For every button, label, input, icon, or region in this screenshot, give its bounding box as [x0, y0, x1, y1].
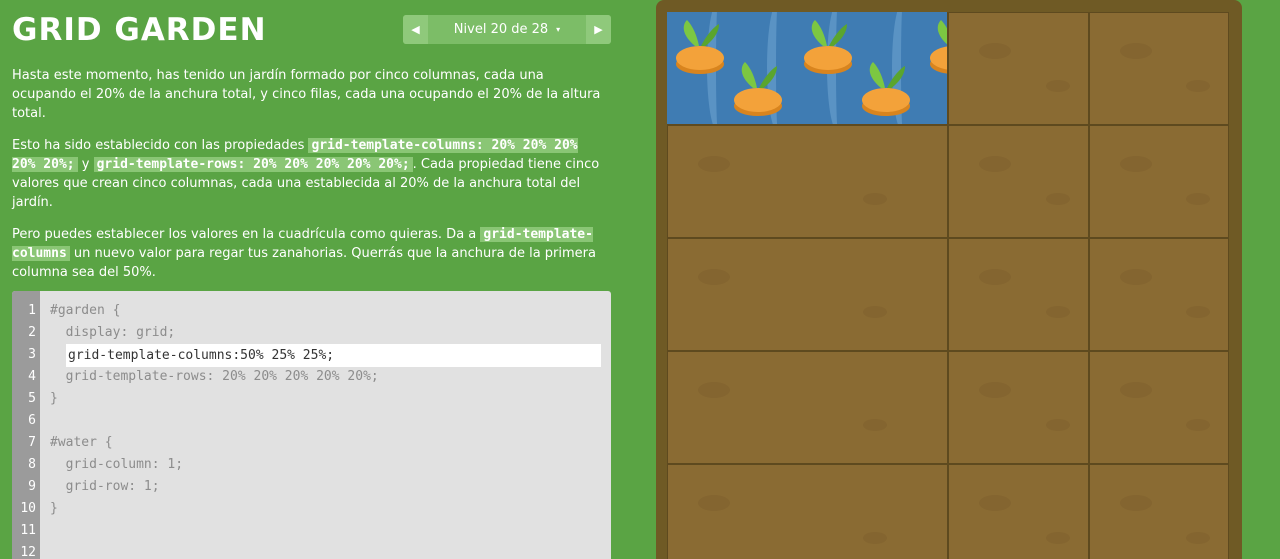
code-line: 10}	[12, 498, 611, 520]
carrot-icon	[862, 62, 910, 116]
line-number: 7	[28, 435, 36, 450]
instructions-text: Esto ha sido establecido con las propied…	[12, 138, 309, 153]
carrot-icon	[930, 20, 947, 74]
soil-cell	[667, 464, 948, 559]
soil-cell	[948, 464, 1089, 559]
instructions: Hasta este momento, has tenido un jardín…	[12, 66, 602, 295]
next-level-button[interactable]: ▶	[586, 15, 611, 44]
code-text: }	[50, 391, 58, 406]
code-line: 1 #garden {	[12, 300, 611, 322]
code-text: grid-row: 1;	[50, 479, 160, 494]
level-label-text: Nivel 20 de 28	[453, 22, 549, 37]
line-number: 12	[20, 545, 36, 559]
soil-cell	[667, 125, 948, 238]
line-number: 11	[20, 523, 36, 538]
code-text: grid-template-rows: 20% 20% 20% 20% 20%;	[50, 369, 379, 384]
soil-cell	[1088, 125, 1229, 238]
instructions-paragraph-2: Esto ha sido establecido con las propied…	[12, 136, 602, 212]
line-number: 8	[28, 457, 36, 472]
code-line: 9 grid-row: 1;	[12, 476, 611, 498]
code-text: grid-column: 1;	[50, 457, 184, 472]
soil-cell	[948, 238, 1089, 351]
arrow-left-icon: ◀	[411, 23, 420, 36]
css-input-line[interactable]	[66, 344, 601, 367]
page-title: GRID GARDEN	[12, 12, 267, 48]
code-line: 5}	[12, 388, 611, 410]
line-number: 5	[28, 391, 36, 406]
line-number: 6	[28, 413, 36, 428]
code-line: 7 #water {	[12, 432, 611, 454]
prev-level-button[interactable]: ◀	[403, 15, 428, 44]
instructions-paragraph-3: Pero puedes establecer los valores en la…	[12, 225, 602, 282]
line-number: 1	[28, 303, 36, 318]
code-text: display: grid;	[50, 325, 176, 340]
soil-cell	[948, 12, 1089, 125]
carrot-icon	[804, 20, 852, 74]
caret-down-icon: ▾	[556, 25, 561, 34]
soil-cell	[667, 351, 948, 464]
code-line: 4 grid-template-rows: 20% 20% 20% 20% 20…	[12, 366, 611, 388]
code-line: 6	[12, 410, 611, 432]
code-snippet-rows: grid-template-rows: 20% 20% 20% 20% 20%;	[93, 157, 413, 172]
line-number: 9	[28, 479, 36, 494]
soil-cell	[1088, 12, 1229, 125]
soil-cell	[948, 125, 1089, 238]
line-number: 2	[28, 325, 36, 340]
soil-cell	[667, 238, 948, 351]
instructions-paragraph-1: Hasta este momento, has tenido un jardín…	[12, 68, 601, 121]
code-line: 12	[12, 542, 611, 559]
soil-cell	[948, 351, 1089, 464]
soil-cell	[1088, 464, 1229, 559]
water-tile	[667, 12, 947, 124]
soil-cell	[1088, 351, 1229, 464]
css-input[interactable]	[66, 344, 601, 367]
instructions-text: Pero puedes establecer los valores en la…	[12, 227, 481, 242]
instructions-text: un nuevo valor para regar tus zanahorias…	[12, 246, 596, 280]
code-line: 11	[12, 520, 611, 542]
instructions-text: y	[77, 157, 94, 172]
code-line: 2 display: grid;	[12, 322, 611, 344]
level-dropdown[interactable]: Nivel 20 de 28 ▾	[428, 15, 586, 44]
level-navigator: ◀ Nivel 20 de 28 ▾ ▶	[403, 15, 611, 44]
line-number: 10	[20, 501, 36, 516]
code-line: 8 grid-column: 1;	[12, 454, 611, 476]
carrot-icon	[676, 20, 724, 74]
code-editor: 1 #garden { 2 display: grid; 3 4 grid-templa…	[12, 291, 611, 559]
line-number: 4	[28, 369, 36, 384]
carrot-icon	[734, 62, 782, 116]
code-text: }	[50, 501, 58, 516]
code-text: #water {	[50, 435, 113, 450]
soil-cell	[1088, 238, 1229, 351]
arrow-right-icon: ▶	[594, 23, 603, 36]
line-number: 3	[28, 347, 36, 362]
code-text: #garden {	[50, 303, 121, 318]
